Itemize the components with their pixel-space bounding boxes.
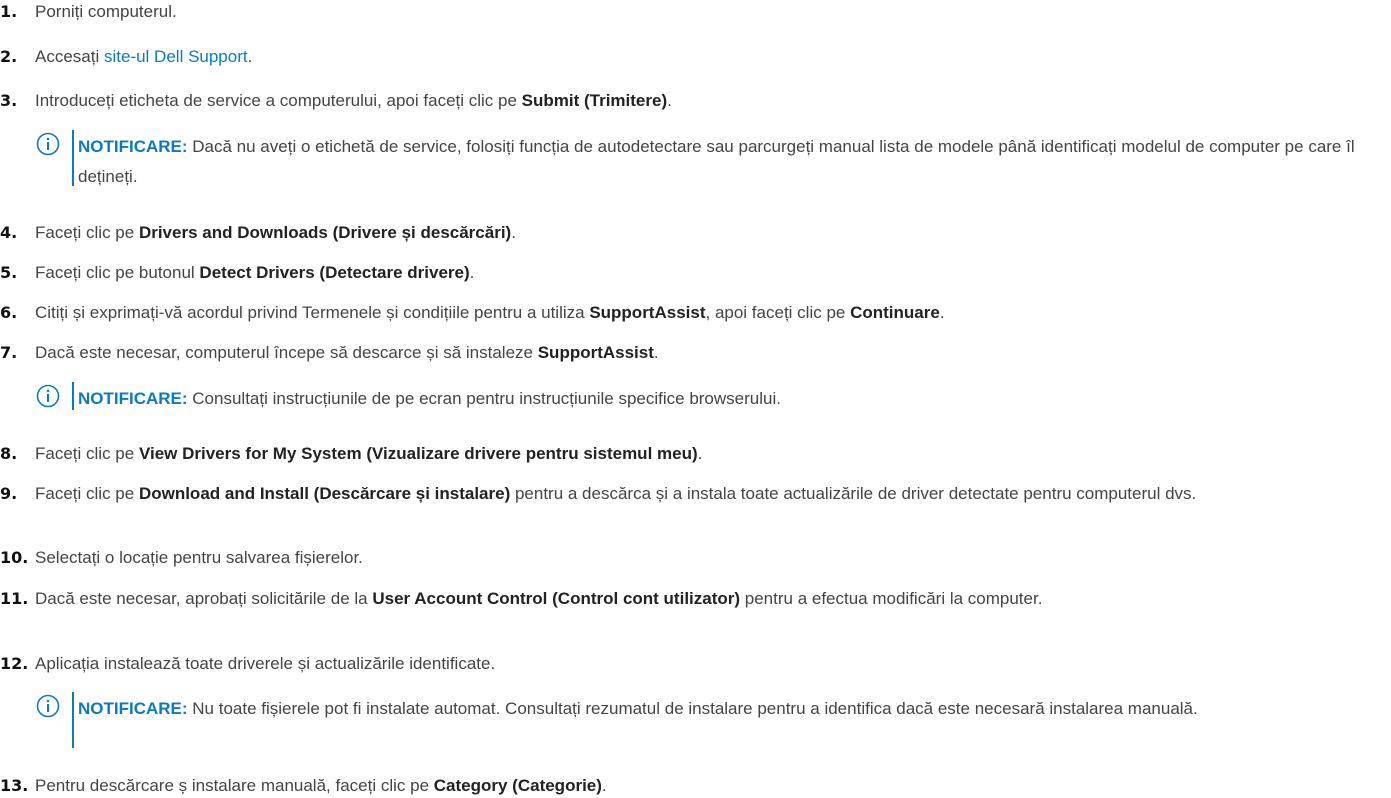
info-circle-icon <box>36 384 60 408</box>
step-number: 9. <box>0 484 18 503</box>
step-number: 11. <box>0 589 29 608</box>
step-number: 3. <box>0 91 18 110</box>
step-text: Porniți computerul. <box>35 2 177 21</box>
note-text: NOTIFICARE: Dacă nu aveți o etichetă de … <box>78 137 1355 186</box>
step-number: 13. <box>0 776 29 795</box>
dell-support-link[interactable]: site-ul Dell Support <box>104 47 248 66</box>
note-text: NOTIFICARE: Consultați instrucțiunile de… <box>78 389 781 408</box>
step-number: 2. <box>0 47 18 66</box>
note-divider <box>72 382 74 410</box>
note-divider <box>72 130 74 186</box>
step-text: Pentru descărcare ș instalare manuală, f… <box>35 776 607 795</box>
step-text: Dacă este necesar, aprobați solicitările… <box>35 589 1043 608</box>
note-label: NOTIFICARE: <box>78 137 188 156</box>
step-text: Faceți clic pe View Drivers for My Syste… <box>35 444 703 463</box>
step-text: Introduceți eticheta de service a comput… <box>35 91 672 110</box>
step-number: 1. <box>0 2 18 21</box>
note-divider <box>72 692 74 748</box>
step-text: Accesați site-ul Dell Support. <box>35 47 253 66</box>
step-text: Dacă este necesar, computerul începe să … <box>35 343 659 362</box>
step-text: Selectați o locație pentru salvarea fiși… <box>35 548 363 567</box>
info-circle-icon <box>36 694 60 718</box>
note-text: NOTIFICARE: Nu toate fișierele pot fi in… <box>78 699 1198 718</box>
step-text: Aplicația instalează toate driverele și … <box>35 654 496 673</box>
step-number: 8. <box>0 444 18 463</box>
info-circle-icon <box>36 132 60 156</box>
step-number: 4. <box>0 223 18 242</box>
note-label: NOTIFICARE: <box>78 699 188 718</box>
step-number: 10. <box>0 548 29 567</box>
step-text: Faceți clic pe butonul Detect Drivers (D… <box>35 263 475 282</box>
note-label: NOTIFICARE: <box>78 389 188 408</box>
step-text: Citiți și exprimați-vă acordul privind T… <box>35 303 945 322</box>
step-number: 5. <box>0 263 18 282</box>
step-number: 6. <box>0 303 18 322</box>
step-text: Faceți clic pe Drivers and Downloads (Dr… <box>35 223 516 242</box>
step-number: 7. <box>0 343 18 362</box>
step-number: 12. <box>0 654 29 673</box>
step-text: Faceți clic pe Download and Install (Des… <box>35 484 1197 503</box>
